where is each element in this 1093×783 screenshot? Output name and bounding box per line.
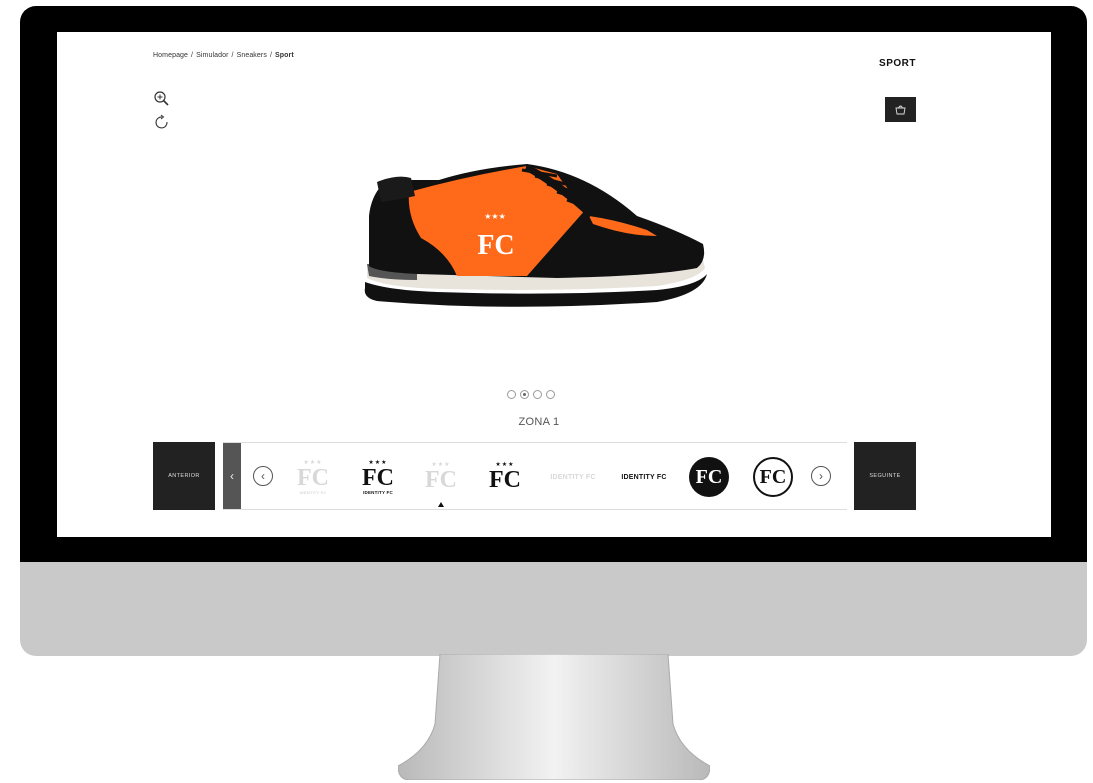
scroll-right-button[interactable]: › bbox=[811, 466, 831, 486]
option-monogram: FC bbox=[297, 464, 329, 491]
carousel-dot[interactable] bbox=[507, 390, 516, 399]
chevron-right-icon: › bbox=[819, 469, 823, 483]
carousel-dot-active[interactable] bbox=[520, 390, 529, 399]
svg-text:★★★: ★★★ bbox=[484, 212, 506, 221]
option-strip: ‹ ‹ ★★★ FC IDENTITY FC ★★★ FC IDENTITY F… bbox=[223, 442, 847, 510]
svg-text:FC: FC bbox=[477, 230, 514, 261]
option-monogram: FC bbox=[759, 465, 787, 488]
rotate-icon[interactable] bbox=[153, 114, 171, 132]
sneaker-preview[interactable]: ★★★ FC bbox=[357, 156, 709, 316]
option-word: IDENTITY FC bbox=[550, 473, 596, 481]
option-item[interactable]: ★★★ FC IDENTITY FC bbox=[293, 451, 333, 503]
strip-collapse-tab[interactable]: ‹ bbox=[223, 443, 241, 509]
option-badge-filled[interactable]: FC bbox=[689, 457, 729, 497]
scroll-left-button[interactable]: ‹ bbox=[253, 466, 273, 486]
option-badge-outline[interactable]: FC bbox=[753, 457, 793, 497]
monitor-stand bbox=[398, 654, 710, 780]
carousel-dots bbox=[507, 390, 567, 402]
selected-indicator-icon bbox=[438, 502, 444, 507]
option-item[interactable]: IDENTITY FC bbox=[543, 451, 603, 503]
breadcrumb-current: Sport bbox=[274, 52, 294, 59]
breadcrumb-sneakers[interactable]: Sneakers bbox=[237, 52, 267, 59]
zoom-in-icon[interactable] bbox=[153, 90, 171, 108]
option-item[interactable]: ★★★ FC IDENTITY FC bbox=[353, 451, 403, 503]
option-word: IDENTITY FC bbox=[621, 473, 667, 481]
carousel-dot[interactable] bbox=[546, 390, 555, 399]
configurator-screen: Homepage / Simulador / Sneakers / Sport SPORT … bbox=[57, 32, 1051, 537]
option-item[interactable]: ★★★ FC bbox=[487, 451, 523, 503]
shopping-bag-icon bbox=[895, 105, 906, 115]
chevron-left-icon: ‹ bbox=[261, 469, 265, 483]
next-button[interactable]: SEGUINTE bbox=[854, 442, 916, 510]
option-word: IDENTITY FC bbox=[299, 489, 327, 495]
option-monogram: FC bbox=[362, 464, 394, 491]
option-monogram: FC bbox=[695, 465, 723, 488]
option-monogram: FC bbox=[489, 467, 521, 493]
option-monogram: FC bbox=[425, 467, 457, 493]
option-item[interactable]: IDENTITY FC bbox=[613, 451, 675, 503]
breadcrumb-simulador[interactable]: Simulador bbox=[196, 52, 228, 59]
shopping-bag-button[interactable] bbox=[885, 97, 916, 122]
breadcrumb: Homepage / Simulador / Sneakers / Sport bbox=[153, 52, 294, 59]
breadcrumb-home[interactable]: Homepage bbox=[153, 52, 188, 59]
carousel-dot[interactable] bbox=[533, 390, 542, 399]
product-title: SPORT bbox=[879, 58, 916, 69]
option-item-selected[interactable]: ★★★ FC bbox=[423, 451, 459, 503]
monitor-chin bbox=[20, 562, 1087, 656]
previous-button[interactable]: ANTERIOR bbox=[153, 442, 215, 510]
chevron-left-icon: ‹ bbox=[230, 469, 234, 483]
zone-label: ZONA 1 bbox=[518, 416, 560, 428]
option-word: IDENTITY FC bbox=[363, 489, 393, 495]
